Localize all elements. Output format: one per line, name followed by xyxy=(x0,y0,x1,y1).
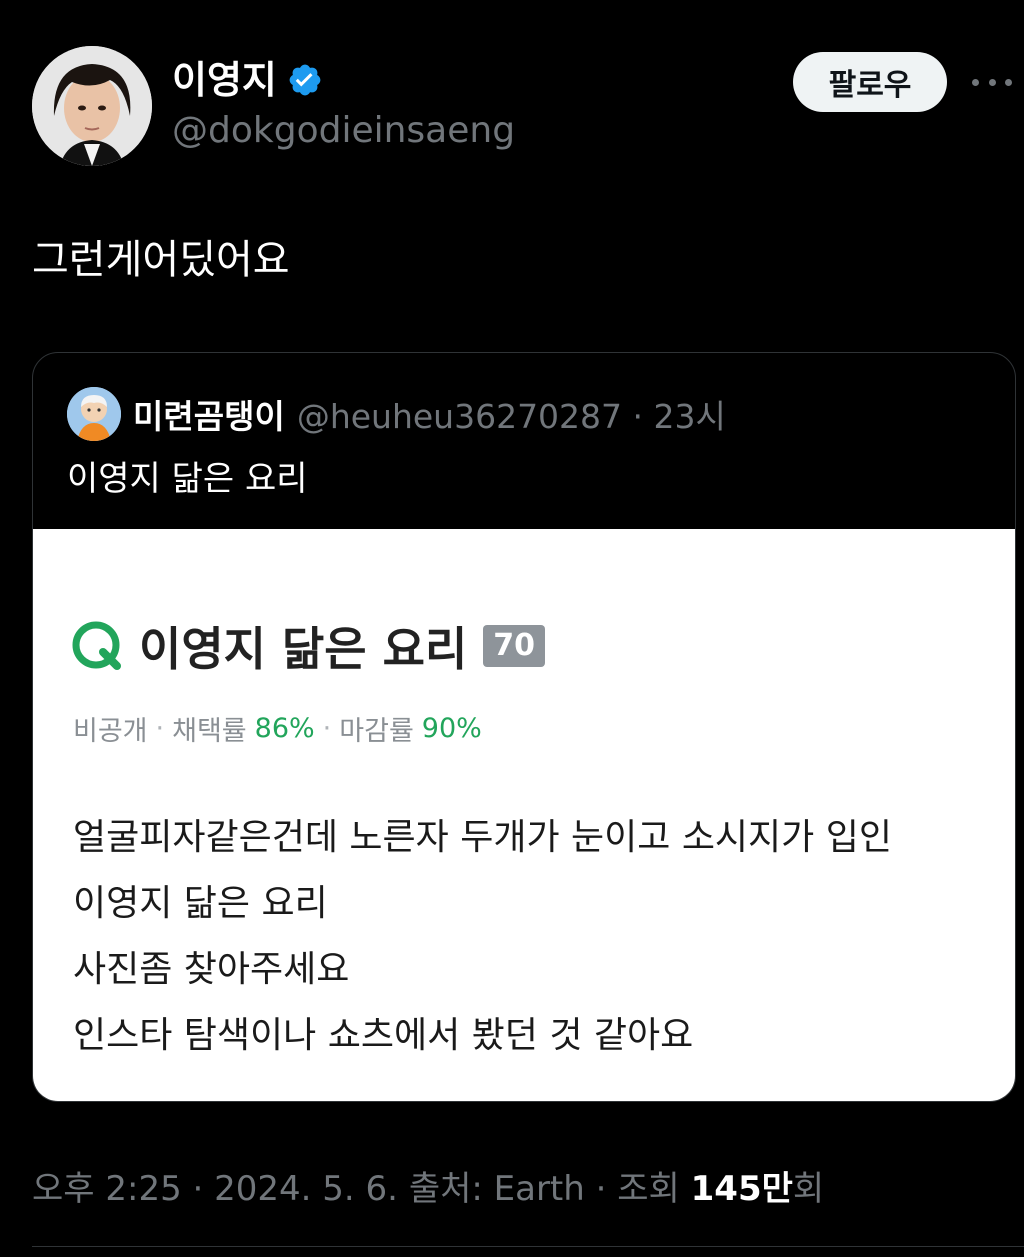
views-count: 145만 xyxy=(690,1169,793,1209)
tweet-date[interactable]: 2024. 5. 6. xyxy=(214,1169,398,1209)
body-line: 이영지 닮은 요리 xyxy=(73,883,328,924)
tweet: 이영지 @dokgodieinsaeng 팔로우 그런게어딨어요 미련곰탱이 @… xyxy=(0,0,1024,1257)
body-line: 사진좀 찾아주세요 xyxy=(73,949,350,990)
quoted-tweet-header: 미련곰탱이 @heuheu36270287 · 23시 xyxy=(67,387,726,441)
verified-badge-icon[interactable] xyxy=(287,62,323,98)
tweet-text: 그런게어딨어요 xyxy=(32,237,290,283)
more-horizontal-icon[interactable] xyxy=(972,64,1012,100)
kin-question-meta: 비공개 · 채택률 86% · 마감률 90% xyxy=(73,709,482,748)
avatar-photo xyxy=(32,46,152,166)
kin-question-body: 얼굴피자같은건데 노른자 두개가 눈이고 소시지가 입인 이영지 닮은 요리 사… xyxy=(73,805,892,1069)
close-rate-value: 90% xyxy=(421,713,482,744)
quoted-tweet-text: 이영지 닮은 요리 xyxy=(67,459,308,499)
views-suffix: 회 xyxy=(792,1169,825,1209)
views-label: 조회 xyxy=(617,1169,680,1209)
follow-button[interactable]: 팔로우 xyxy=(793,52,947,112)
adopt-rate-value: 86% xyxy=(254,713,315,744)
tweet-source: 출처: Earth xyxy=(408,1169,585,1209)
kin-title-text: 이영지 닮은 요리 xyxy=(139,622,468,676)
level-badge: 70 xyxy=(483,625,546,667)
tweet-metadata: 오후 2:25 · 2024. 5. 6. 출처: Earth · 조회 145… xyxy=(32,1169,825,1209)
body-line: 얼굴피자같은건데 노른자 두개가 눈이고 소시지가 입인 xyxy=(73,817,892,858)
author-handle[interactable]: @dokgodieinsaeng xyxy=(172,108,515,154)
kin-question-title: 이영지 닮은 요리 70 xyxy=(69,613,546,679)
close-rate-label: 마감률 xyxy=(339,716,414,747)
privacy-label: 비공개 xyxy=(73,716,148,747)
author-display-name[interactable]: 이영지 xyxy=(172,56,277,104)
author-avatar[interactable] xyxy=(32,46,152,166)
author-name-row: 이영지 xyxy=(172,56,323,104)
quoted-author-avatar[interactable] xyxy=(67,387,121,441)
adopt-rate-label: 채택률 xyxy=(172,716,247,747)
quoted-tweet-time: 23시 xyxy=(653,397,726,436)
question-q-icon xyxy=(72,621,121,670)
quoted-tweet-image[interactable]: 이영지 닮은 요리 70 비공개 · 채택률 86% · 마감률 90% 얼굴피… xyxy=(33,529,1015,1101)
quoted-author-name: 미련곰탱이 xyxy=(133,397,285,436)
tweet-time[interactable]: 오후 2:25 xyxy=(32,1169,182,1209)
body-line: 인스타 탐색이나 쇼츠에서 봤던 것 같아요 xyxy=(73,1015,694,1056)
quoted-tweet[interactable]: 미련곰탱이 @heuheu36270287 · 23시 이영지 닮은 요리 이영… xyxy=(32,352,1016,1102)
divider xyxy=(32,1246,1024,1247)
quoted-author-handle: @heuheu36270287 · 23시 xyxy=(296,397,726,436)
